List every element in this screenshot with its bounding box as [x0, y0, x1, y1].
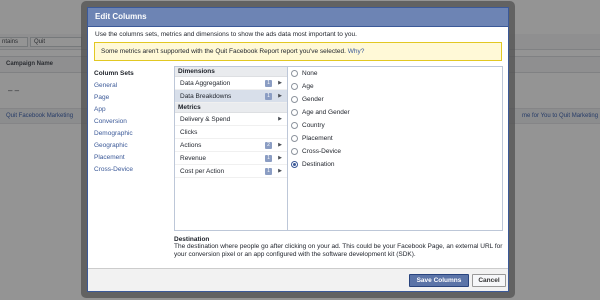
- option-label: Gender: [302, 96, 324, 103]
- dialog-title: Edit Columns: [88, 8, 508, 27]
- category-label: Data Breakdowns: [180, 93, 232, 100]
- category-list: Dimensions Data Aggregation 1 ▶ Data Bre…: [174, 66, 287, 231]
- category-label: Data Aggregation: [180, 80, 231, 87]
- column-set-conversion[interactable]: Conversion: [94, 116, 174, 128]
- radio-button-selected[interactable]: [291, 161, 298, 168]
- column-set-general[interactable]: General: [94, 80, 174, 92]
- cancel-button[interactable]: Cancel: [472, 274, 506, 287]
- category-actions[interactable]: Actions 2 ▶: [175, 139, 287, 152]
- radio-button[interactable]: [291, 109, 298, 116]
- info-description: The destination where people go after cl…: [174, 243, 503, 258]
- option-label: Destination: [302, 161, 335, 168]
- column-set-demographic[interactable]: Demographic: [94, 128, 174, 140]
- category-data-aggregation[interactable]: Data Aggregation 1 ▶: [175, 77, 287, 90]
- option-label: Cross-Device: [302, 148, 342, 155]
- column-set-app[interactable]: App: [94, 104, 174, 116]
- notice-text: Some metrics aren't supported with the Q…: [101, 48, 346, 55]
- column-set-page[interactable]: Page: [94, 92, 174, 104]
- chevron-right-icon: ▶: [278, 80, 282, 86]
- metrics-heading: Metrics: [175, 103, 287, 113]
- category-cost-per-action[interactable]: Cost per Action 1 ▶: [175, 165, 287, 178]
- option-label: Age and Gender: [302, 109, 350, 116]
- column-sets-title: Column Sets: [94, 70, 134, 77]
- save-columns-button[interactable]: Save Columns: [409, 274, 469, 287]
- option-gender[interactable]: Gender: [288, 93, 502, 106]
- column-panes: Column Sets General Page App Conversion …: [88, 66, 508, 231]
- radio-button[interactable]: [291, 96, 298, 103]
- option-cross-device[interactable]: Cross-Device: [288, 145, 502, 158]
- chevron-right-icon: ▶: [278, 168, 282, 174]
- option-label: Country: [302, 122, 325, 129]
- category-label: Delivery & Spend: [180, 116, 231, 123]
- category-label: Clicks: [180, 129, 198, 136]
- dialog-description: Use the columns sets, metrics and dimens…: [95, 31, 357, 38]
- dimensions-heading: Dimensions: [175, 67, 287, 77]
- column-set-placement[interactable]: Placement: [94, 152, 174, 164]
- option-none[interactable]: None: [288, 67, 502, 80]
- radio-button[interactable]: [291, 122, 298, 129]
- option-age-and-gender[interactable]: Age and Gender: [288, 106, 502, 119]
- category-data-breakdowns[interactable]: Data Breakdowns 1 ▶: [175, 90, 287, 103]
- count-badge: 1: [265, 93, 272, 100]
- selected-metric-info: Destination The destination where people…: [87, 236, 507, 259]
- radio-button[interactable]: [291, 83, 298, 90]
- category-label: Cost per Action: [180, 168, 225, 175]
- category-delivery-spend[interactable]: Delivery & Spend ▶: [175, 113, 287, 126]
- unsupported-metrics-notice: Some metrics aren't supported with the Q…: [94, 42, 502, 61]
- breakdown-options: None Age Gender Age and Gender Country P…: [287, 66, 503, 231]
- option-destination[interactable]: Destination: [288, 158, 502, 171]
- option-label: Placement: [302, 135, 333, 142]
- option-age[interactable]: Age: [288, 80, 502, 93]
- chevron-right-icon: ▶: [278, 93, 282, 99]
- option-country[interactable]: Country: [288, 119, 502, 132]
- radio-button[interactable]: [291, 148, 298, 155]
- column-sets: Column Sets General Page App Conversion …: [94, 66, 174, 176]
- column-set-geographic[interactable]: Geographic: [94, 140, 174, 152]
- category-label: Actions: [180, 142, 202, 149]
- info-title: Destination: [174, 236, 210, 243]
- count-badge: 2: [265, 142, 272, 149]
- option-label: None: [302, 70, 318, 77]
- category-label: Revenue: [180, 155, 207, 162]
- chevron-right-icon: ▶: [278, 116, 282, 122]
- radio-button[interactable]: [291, 70, 298, 77]
- dialog-footer: Save Columns Cancel: [88, 268, 508, 291]
- column-set-cross-device[interactable]: Cross-Device: [94, 164, 174, 176]
- radio-button[interactable]: [291, 135, 298, 142]
- why-link[interactable]: Why?: [348, 48, 365, 55]
- category-revenue[interactable]: Revenue 1 ▶: [175, 152, 287, 165]
- chevron-right-icon: ▶: [278, 142, 282, 148]
- category-clicks[interactable]: Clicks: [175, 126, 287, 139]
- chevron-right-icon: ▶: [278, 155, 282, 161]
- count-badge: 1: [265, 80, 272, 87]
- count-badge: 1: [265, 155, 272, 162]
- option-placement[interactable]: Placement: [288, 132, 502, 145]
- count-badge: 1: [265, 168, 272, 175]
- option-label: Age: [302, 83, 314, 90]
